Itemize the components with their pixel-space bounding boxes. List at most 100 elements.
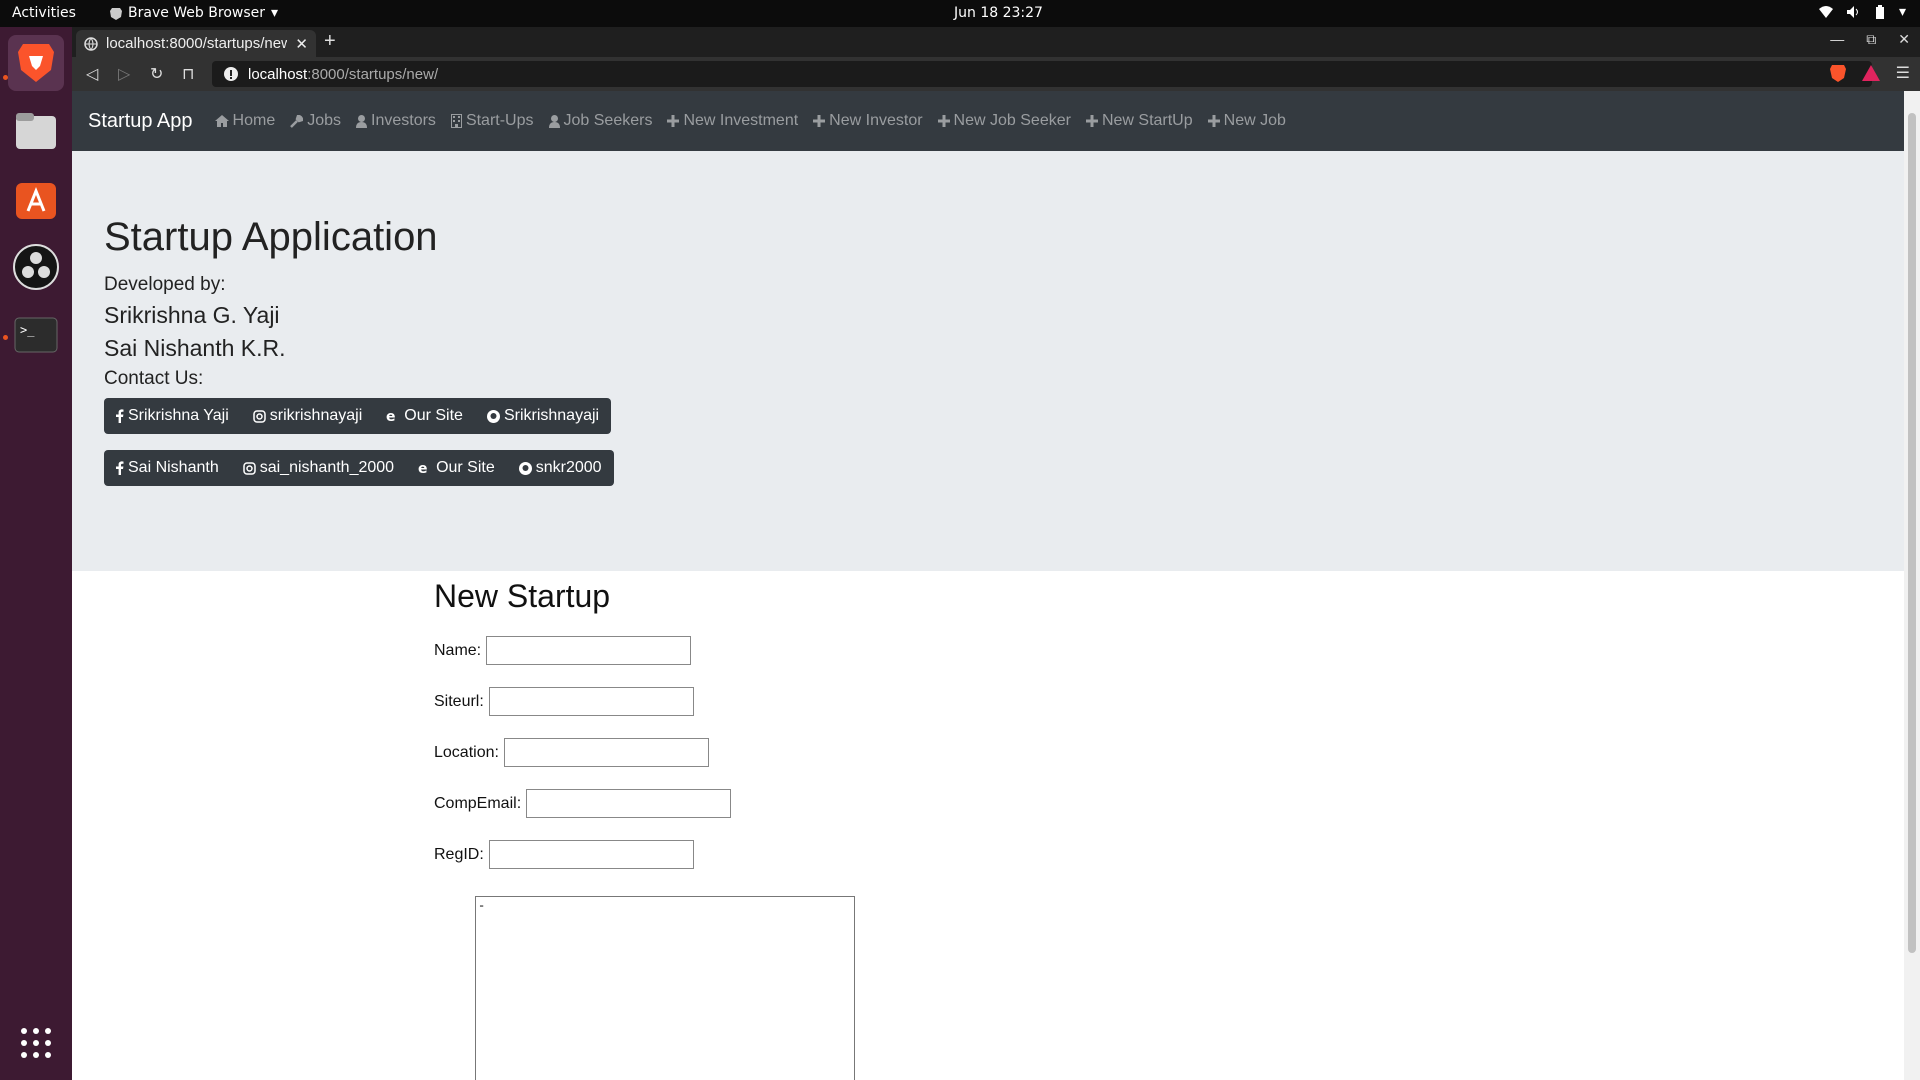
nav-new-job-seeker[interactable]: New Job Seeker <box>937 112 1071 130</box>
menu-icon[interactable]: ☰ <box>1896 63 1910 83</box>
nav-new-startup[interactable]: New StartUp <box>1085 112 1193 130</box>
nav-new-investment-label: New Investment <box>683 112 799 129</box>
form-row-regid: RegID: <box>434 829 731 880</box>
github-link[interactable]: snkr2000 <box>507 450 614 486</box>
home-icon <box>214 115 229 127</box>
clock[interactable]: Jun 18 23:27 <box>954 5 1043 21</box>
forward-icon[interactable]: ▷ <box>118 64 130 84</box>
instagram-icon <box>253 409 266 423</box>
address-bar[interactable]: localhost:8000/startups/new/ <box>212 61 1872 87</box>
new-tab-button[interactable]: + <box>324 30 336 53</box>
jumbotron: Startup Application Developed by: Srikri… <box>72 151 1904 571</box>
compemail-field[interactable] <box>526 789 732 818</box>
maximize-icon[interactable]: ⧉ <box>1866 31 1876 48</box>
plus-icon <box>1207 115 1220 127</box>
battery-icon <box>1875 5 1885 19</box>
facebook-link[interactable]: Sai Nishanth <box>104 450 231 486</box>
page-content: Startup App Home Jobs Investors Start-Up… <box>72 91 1904 1080</box>
developer-name-1: Srikrishna G. Yaji <box>104 302 280 328</box>
nav-new-job-label: New Job <box>1223 112 1286 129</box>
nav-investors[interactable]: Investors <box>356 112 436 130</box>
siteurl-field[interactable] <box>488 687 694 716</box>
developer-name-2: Sai Nishanth K.R. <box>104 335 286 361</box>
info-icon[interactable] <box>224 67 238 81</box>
form-title: New Startup <box>434 578 611 614</box>
siteurl-label: Siteurl: <box>434 692 484 710</box>
contact-us-label: Contact Us: <box>104 368 204 389</box>
name-label: Name: <box>434 641 482 659</box>
dock-software-icon[interactable] <box>8 171 64 227</box>
internet-explorer-icon: e <box>386 409 400 423</box>
brave-rewards-icon[interactable] <box>1861 65 1880 81</box>
site-link-label: Our Site <box>404 407 463 424</box>
internet-explorer-icon: e <box>418 461 432 475</box>
navbar-brand[interactable]: Startup App <box>88 110 193 133</box>
facebook-link[interactable]: Srikrishna Yaji <box>104 398 241 434</box>
dock-files-icon[interactable] <box>8 103 64 159</box>
dock-obs-icon[interactable] <box>8 239 64 295</box>
os-top-bar: Activities Brave Web Browser ▾ Jun 18 23… <box>0 0 1920 27</box>
plus-icon <box>667 115 680 127</box>
tab-title: localhost:8000/startups/new/ <box>106 35 288 52</box>
github-icon <box>518 461 532 475</box>
name-field[interactable] <box>486 636 692 665</box>
form-row-siteurl: Siteurl: <box>434 676 731 727</box>
nav-jobs[interactable]: Jobs <box>290 112 341 130</box>
show-apps-grid-icon[interactable] <box>8 1015 64 1071</box>
browser-window: localhost:8000/startups/new/ ✕ + — ⧉ ✕ ◁… <box>72 27 1920 1080</box>
instagram-link[interactable]: srikrishnayaji <box>241 398 374 434</box>
site-navbar: Startup App Home Jobs Investors Start-Up… <box>72 91 1904 151</box>
page-scrollbar[interactable] <box>1904 91 1920 1080</box>
location-field[interactable] <box>503 738 709 767</box>
github-link[interactable]: Srikrishnayaji <box>475 398 611 434</box>
nav-startups-label: Start-Ups <box>465 112 534 129</box>
nav-home-label: Home <box>232 112 276 129</box>
dock-terminal-icon[interactable]: >_ <box>8 307 64 363</box>
scrollbar-thumb[interactable] <box>1908 113 1916 953</box>
reload-icon[interactable]: ↻ <box>150 64 163 84</box>
app-menu-label: Brave Web Browser <box>128 5 265 21</box>
url-path: :8000/startups/new/ <box>307 65 439 83</box>
nav-new-investment[interactable]: New Investment <box>667 112 798 130</box>
nav-jobs-label: Jobs <box>307 112 342 129</box>
facebook-link-label: Srikrishna Yaji <box>128 407 229 424</box>
site-link[interactable]: e Our Site <box>406 450 507 486</box>
brave-shields-icon[interactable] <box>1829 64 1846 82</box>
app-menu[interactable]: Brave Web Browser ▾ <box>110 5 278 21</box>
volume-icon <box>1846 6 1861 18</box>
dock: >_ <box>0 27 72 1080</box>
window-controls: — ⧉ ✕ <box>1830 31 1910 48</box>
site-link-label: Our Site <box>436 459 495 476</box>
minimize-icon[interactable]: — <box>1830 31 1844 48</box>
site-link[interactable]: e Our Site <box>374 398 475 434</box>
close-icon[interactable]: ✕ <box>295 35 308 53</box>
nav-job-seekers[interactable]: Job Seekers <box>548 112 653 130</box>
dock-brave-icon[interactable] <box>8 35 64 91</box>
activities-button[interactable]: Activities <box>12 5 76 21</box>
user-icon <box>548 114 560 128</box>
toolbar: ◁ ▷ ↻ ⊓ localhost:8000/startups/new/ ☰ <box>72 57 1920 91</box>
nav-job-seekers-label: Job Seekers <box>563 112 653 129</box>
tab-active[interactable]: localhost:8000/startups/new/ ✕ <box>76 30 316 57</box>
svg-text:e: e <box>386 409 396 423</box>
description-textarea[interactable]: - <box>475 896 855 1080</box>
instagram-link-label: sai_nishanth_2000 <box>259 459 395 476</box>
form-row-compemail: CompEmail: <box>434 778 732 829</box>
bookmark-icon[interactable]: ⊓ <box>182 64 194 84</box>
regid-field[interactable] <box>488 840 694 869</box>
nav-new-job-seeker-label: New Job Seeker <box>953 112 1071 129</box>
facebook-link-label: Sai Nishanth <box>128 459 219 476</box>
plus-icon <box>1085 115 1098 127</box>
system-tray[interactable]: ▾ <box>1818 4 1906 20</box>
back-icon[interactable]: ◁ <box>86 64 98 84</box>
close-window-icon[interactable]: ✕ <box>1898 31 1910 48</box>
globe-icon <box>84 36 98 51</box>
nav-new-investor[interactable]: New Investor <box>813 112 923 130</box>
instagram-link[interactable]: sai_nishanth_2000 <box>231 450 406 486</box>
nav-investors-label: Investors <box>371 112 436 129</box>
contact-group-2: Sai Nishanth sai_nishanth_2000 e Our Site… <box>104 450 614 486</box>
nav-startups[interactable]: Start-Ups <box>450 112 534 130</box>
nav-new-job[interactable]: New Job <box>1207 112 1286 130</box>
nav-home[interactable]: Home <box>214 112 276 130</box>
github-icon <box>486 409 500 423</box>
